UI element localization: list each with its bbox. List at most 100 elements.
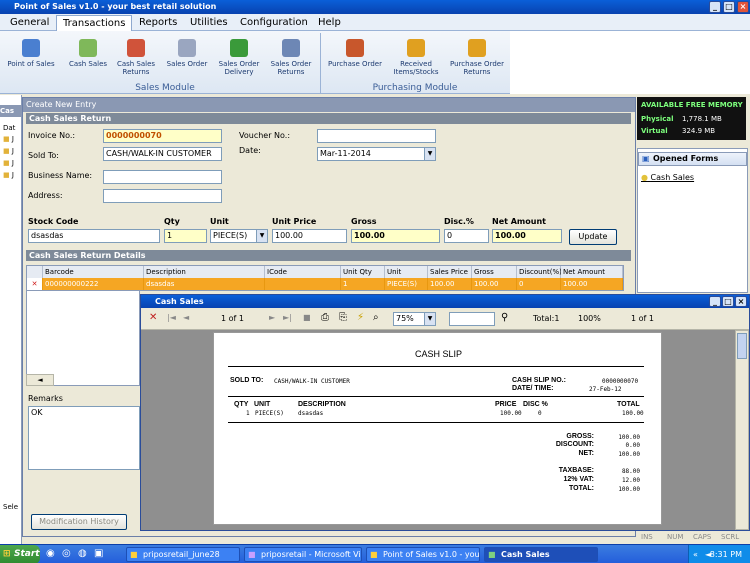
cash-sales-returns-button[interactable]: Cash Sales Returns — [114, 39, 158, 76]
scrollbar-thumb[interactable] — [737, 333, 747, 359]
slip-gross-value: 100.00 — [618, 434, 640, 441]
volume-icon[interactable]: ◄ — [705, 545, 711, 563]
unit-select[interactable]: PIECE(S) ▼ — [210, 229, 268, 243]
sales-order-delivery-button[interactable]: Sales Order Delivery — [214, 39, 264, 76]
table-cell[interactable]: 100.00 — [472, 278, 517, 290]
taskbar-item-folder[interactable]: ■ priposretail_june28 — [126, 547, 240, 562]
opened-form-cash-sales[interactable]: ● Cash Sales — [641, 173, 694, 182]
table-cell[interactable]: dsasdas — [144, 278, 265, 290]
next-page-icon[interactable]: ► — [269, 313, 275, 322]
menu-transactions[interactable]: Transactions — [56, 15, 133, 31]
column-header[interactable]: Unit Qty — [341, 266, 385, 278]
last-page-icon[interactable]: ►| — [283, 313, 292, 322]
column-header[interactable]: Discount(%) — [517, 266, 562, 278]
maximize-button[interactable]: □ — [723, 1, 735, 13]
table-cell[interactable]: PIECE(S) — [385, 278, 428, 290]
list-item[interactable]: ■ J — [3, 147, 14, 155]
sold-to-input[interactable]: CASH/WALK-IN CUSTOMER — [103, 147, 222, 161]
zoom-select[interactable]: 75% ▼ — [393, 312, 436, 326]
table-cell[interactable]: 100.00 — [561, 278, 623, 290]
media-icon[interactable]: ◎ — [62, 548, 71, 559]
update-button[interactable]: Update — [569, 229, 617, 245]
menu-general[interactable]: General — [4, 15, 55, 31]
chevron-down-icon[interactable]: ▼ — [256, 230, 267, 242]
report-search-input[interactable] — [449, 312, 495, 326]
minimize-button[interactable]: _ — [709, 1, 721, 13]
stop-icon[interactable]: ■ — [303, 313, 311, 322]
taskbar-item-cash-sales[interactable]: ■ Cash Sales — [484, 547, 598, 562]
qty-input[interactable]: 1 — [164, 229, 207, 243]
cash-sales-button[interactable]: Cash Sales — [66, 39, 110, 68]
business-name-input[interactable] — [103, 170, 222, 184]
purchase-order-returns-button[interactable]: Purchase Order Returns — [447, 39, 507, 76]
browser-icon[interactable]: ◉ — [46, 548, 55, 559]
modification-history-button[interactable]: Modification History — [31, 514, 127, 530]
sales-order-returns-button[interactable]: Sales Order Returns — [266, 39, 316, 76]
column-header[interactable]: Barcode — [43, 266, 144, 278]
sales-order-button[interactable]: Sales Order — [163, 39, 211, 68]
prev-page-icon[interactable]: ◄ — [183, 313, 189, 322]
binoculars-icon[interactable]: ⚲ — [501, 312, 508, 323]
cart-icon — [79, 39, 97, 57]
column-header[interactable]: Sales Price — [428, 266, 472, 278]
received-items-label: Received Items/Stocks — [393, 60, 439, 76]
gross-input[interactable]: 100.00 — [351, 229, 440, 243]
search-document-icon[interactable]: ⌕ — [373, 312, 379, 323]
scroll-left-icon[interactable]: ◄ — [26, 374, 54, 386]
slip-datetime-label: DATE/ TIME: — [512, 385, 554, 392]
menu-reports[interactable]: Reports — [133, 15, 183, 31]
menu-configuration[interactable]: Configuration — [234, 15, 314, 31]
desktop-icon[interactable]: ▣ — [94, 548, 103, 559]
close-button[interactable]: × — [737, 1, 749, 13]
remarks-textarea[interactable]: OK — [28, 406, 140, 470]
received-items-button[interactable]: Received Items/Stocks — [388, 39, 444, 76]
disc-input[interactable]: 0 — [444, 229, 489, 243]
print-icon[interactable]: ⎙ — [321, 312, 329, 323]
net-amount-input[interactable]: 100.00 — [492, 229, 562, 243]
menu-utilities[interactable]: Utilities — [184, 15, 234, 31]
column-header[interactable]: Unit — [385, 266, 428, 278]
table-cell[interactable]: 000000000222 — [43, 278, 144, 290]
report-minimize-button[interactable]: _ — [709, 296, 721, 307]
column-header[interactable]: Gross — [472, 266, 517, 278]
lightning-icon[interactable]: ⚡ — [357, 312, 364, 323]
stock-code-input[interactable]: dsasdas — [28, 229, 160, 243]
chevron-down-icon[interactable]: ▼ — [424, 313, 435, 325]
close-icon[interactable]: ✕ — [149, 312, 157, 323]
list-item[interactable]: ■ J — [3, 171, 14, 179]
report-vertical-scrollbar[interactable] — [735, 330, 749, 530]
address-input[interactable] — [103, 189, 222, 203]
table-cell[interactable]: 100.00 — [428, 278, 472, 290]
report-toolbar: ✕ |◄ ◄ 1 of 1 ► ►| ■ ⎙ ⎘ ⚡ ⌕ 75% ▼ ⚲ Tot… — [141, 308, 749, 330]
delete-row-icon[interactable]: ✕ — [27, 278, 43, 290]
table-cell[interactable]: 0 — [517, 278, 561, 290]
table-cell[interactable]: 1 — [341, 278, 385, 290]
page-count: 1 of 1 — [631, 314, 654, 323]
start-button[interactable]: ⊞ Start — [0, 545, 40, 563]
table-cell[interactable] — [265, 278, 341, 290]
taskbar-item-pos[interactable]: ■ Point of Sales v1.0 - you... — [366, 547, 480, 562]
first-page-icon[interactable]: |◄ — [167, 313, 176, 322]
column-header[interactable]: Net Amount — [561, 266, 623, 278]
expand-tray-icon[interactable]: « — [693, 545, 698, 563]
slip-vat-value: 12.00 — [621, 477, 640, 484]
list-item[interactable]: ■ J — [3, 135, 14, 143]
chevron-down-icon[interactable]: ▼ — [424, 148, 435, 160]
date-picker[interactable]: Mar-11-2014 ▼ — [317, 147, 436, 161]
unit-price-input[interactable]: 100.00 — [272, 229, 347, 243]
invoice-input[interactable]: 0000000070 — [103, 129, 222, 143]
report-close-button[interactable]: × — [735, 296, 747, 307]
menu-help[interactable]: Help — [312, 15, 347, 31]
list-item[interactable]: ■ J — [3, 159, 14, 167]
point-of-sales-button[interactable]: Point of Sales — [6, 39, 56, 68]
voucher-input[interactable] — [317, 129, 436, 143]
clock[interactable]: 8:31 PM — [710, 550, 742, 559]
purchase-order-button[interactable]: Purchase Order — [325, 39, 385, 68]
report-maximize-button[interactable]: □ — [722, 296, 734, 307]
explorer-icon[interactable]: ◍ — [78, 548, 87, 559]
taskbar-item-visual-studio[interactable]: ■ priposretail - Microsoft Vi... — [244, 547, 362, 562]
column-header[interactable]: Description — [144, 266, 265, 278]
slip-col-total: TOTAL — [617, 401, 640, 408]
column-header[interactable]: ICode — [265, 266, 341, 278]
export-icon[interactable]: ⎘ — [339, 312, 347, 323]
